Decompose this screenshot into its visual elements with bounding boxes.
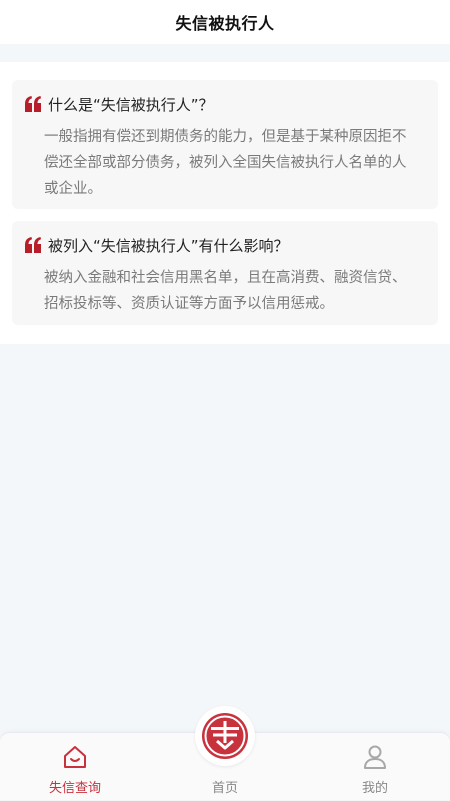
faq-panel: 什么是“失信被执行人”？ 一般指拥有偿还到期债务的能力，但是基于某种原因拒不偿还… (0, 62, 450, 344)
faq-question-row: 被列入“失信被执行人”有什么影响？ (24, 233, 424, 257)
faq-card: 被列入“失信被执行人”有什么影响？ 被纳入金融和社会信用黑名单，且在高消费、融资… (12, 221, 438, 325)
quote-icon (25, 96, 41, 112)
quote-icon (25, 237, 41, 253)
house-icon (64, 746, 86, 768)
home-logo-button[interactable] (195, 706, 255, 766)
tab-label: 首页 (211, 781, 238, 796)
faq-question-row: 什么是“失信被执行人”？ (24, 92, 424, 116)
faq-question: 被列入“失信被执行人”有什么影响？ (48, 236, 289, 255)
tab-mine[interactable]: 我的 (300, 733, 450, 801)
page-title: 失信被执行人 (175, 14, 275, 33)
faq-question: 什么是“失信被执行人”？ (48, 95, 214, 114)
faq-answer: 一般指拥有偿还到期债务的能力，但是基于某种原因拒不偿还全部或部分债务，被列入全国… (44, 129, 407, 197)
tab-label: 失信查询 (48, 781, 101, 796)
tab-credit-query[interactable]: 失信查询 (0, 733, 150, 801)
faq-card: 什么是“失信被执行人”？ 一般指拥有偿还到期债务的能力，但是基于某种原因拒不偿还… (12, 80, 438, 209)
nav-header: 失信被执行人 (0, 0, 450, 44)
faq-answer: 被纳入金融和社会信用黑名单，且在高消费、融资信贷、招标投标等、资质认证等方面予以… (44, 270, 407, 312)
logo-seal-icon (202, 713, 248, 759)
tab-label: 我的 (361, 781, 388, 796)
person-icon (364, 745, 386, 769)
